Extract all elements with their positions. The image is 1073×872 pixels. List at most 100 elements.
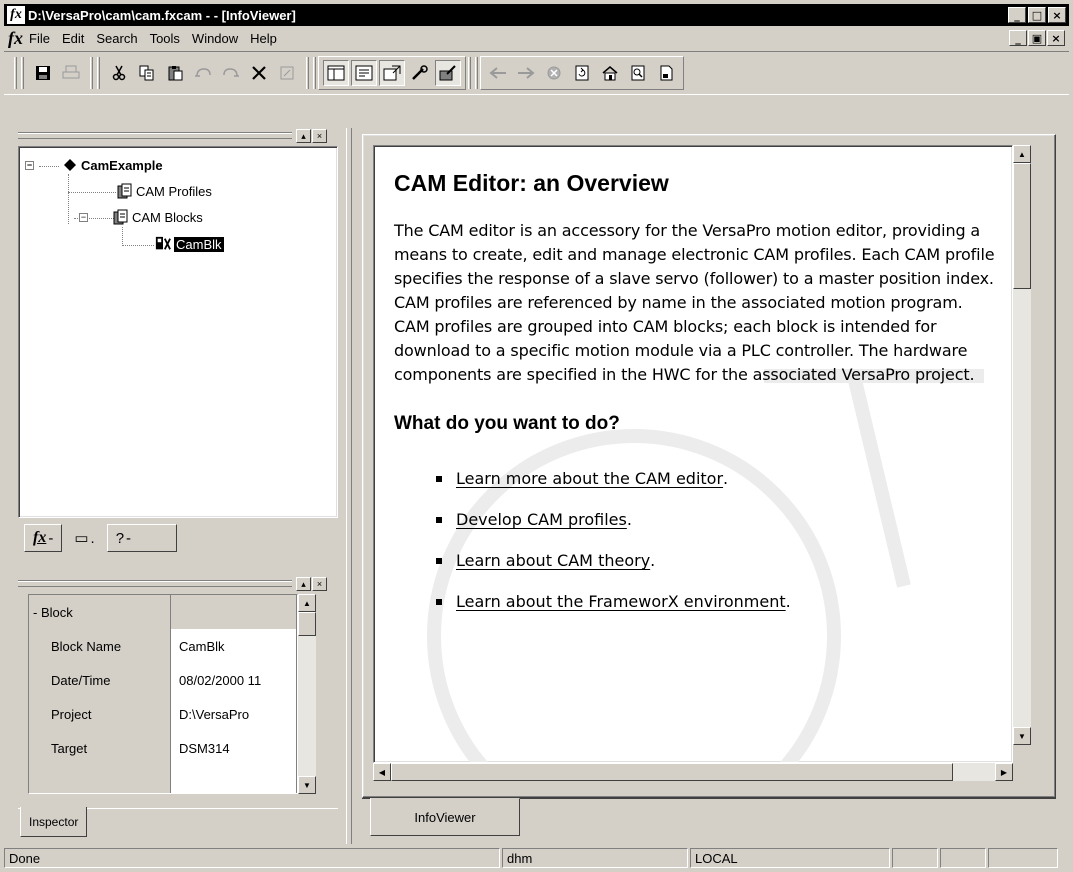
minimize-button[interactable]: _ (1008, 7, 1026, 23)
property-value[interactable]: 08/02/2000 11 (171, 663, 297, 697)
forward-arrow-icon[interactable] (513, 60, 539, 86)
scrollbar-thumb[interactable] (298, 612, 316, 636)
scroll-down-arrow-icon[interactable]: ▼ (1013, 727, 1031, 745)
pane-splitter[interactable] (346, 128, 352, 844)
size-grip-icon[interactable] (988, 848, 1058, 868)
paste-icon[interactable] (162, 60, 188, 86)
tab-document-list[interactable]: ▭ . (66, 524, 102, 552)
property-row[interactable] (29, 765, 297, 793)
link-learn-cam-editor[interactable]: Learn more about the CAM editor (456, 469, 723, 488)
scrollbar-thumb[interactable] (1013, 163, 1031, 289)
scrollbar-thumb[interactable] (391, 763, 953, 781)
tab-project-tree[interactable]: fx - (24, 524, 63, 552)
fx-document-icon[interactable]: fx (8, 28, 23, 49)
tree-view-icon[interactable] (323, 60, 349, 86)
toolbar-grip[interactable] (475, 57, 478, 89)
tree-pane-restore-button[interactable]: ▴ (296, 129, 311, 143)
toolbar-grip[interactable] (14, 57, 17, 89)
inspector-restore-button[interactable]: ▴ (296, 577, 311, 591)
tree-node-cam-blocks[interactable]: − CAM Blocks (79, 209, 203, 225)
print-icon[interactable] (58, 60, 84, 86)
menu-tools[interactable]: Tools (150, 31, 180, 46)
menu-help[interactable]: Help (250, 31, 277, 46)
properties-icon[interactable] (274, 60, 300, 86)
maximize-button[interactable]: □ (1028, 7, 1046, 23)
property-value[interactable]: CamBlk (171, 629, 297, 663)
infoviewer-icon[interactable] (351, 60, 377, 86)
property-name: Date/Time (29, 663, 171, 697)
editor-icon[interactable] (435, 60, 461, 86)
scroll-right-arrow-icon[interactable]: ▶ (995, 763, 1013, 781)
mdi-minimize-button[interactable]: _ (1009, 30, 1027, 46)
toolbar-grip[interactable] (97, 57, 100, 89)
content-horizontal-scrollbar[interactable]: ◀ ▶ (373, 763, 1013, 781)
tab-inspector[interactable]: Inspector (20, 807, 88, 837)
folder-document-icon (113, 209, 129, 225)
toolbar-grip[interactable] (313, 57, 316, 89)
menu-file[interactable]: File (29, 31, 50, 46)
toolbar-grip[interactable] (306, 57, 309, 89)
undo-icon[interactable] (190, 60, 216, 86)
property-name: Block Name (29, 629, 171, 663)
window-tab-icon: ▭ (74, 530, 89, 547)
home-icon[interactable] (597, 60, 623, 86)
inspector-pane-titlebar[interactable]: ▴ × (14, 576, 340, 592)
tree-node-cam-profiles[interactable]: CAM Profiles (117, 183, 212, 199)
inspector-scrollbar[interactable]: ▲ ▼ (298, 594, 316, 794)
property-row[interactable]: Block Name CamBlk (29, 629, 297, 663)
toolbar-grip[interactable] (468, 57, 471, 89)
tree-pane-close-button[interactable]: × (312, 129, 327, 143)
copy-icon[interactable] (134, 60, 160, 86)
tab-infoviewer[interactable]: InfoViewer (370, 798, 520, 836)
delete-icon[interactable] (246, 60, 272, 86)
status-bar: Done dhm LOCAL (4, 846, 1069, 870)
property-row[interactable]: Target DSM314 (29, 731, 297, 765)
tree-node-camexample[interactable]: − CamExample (25, 157, 163, 173)
inspector-pane: ▴ × - Block Block Name CamBlk Date/Time … (14, 576, 340, 842)
tab-help[interactable]: ? - (106, 524, 177, 552)
property-value[interactable]: DSM314 (171, 731, 297, 765)
cut-icon[interactable] (106, 60, 132, 86)
scroll-down-arrow-icon[interactable]: ▼ (298, 776, 316, 794)
redo-icon[interactable] (218, 60, 244, 86)
inspector-close-button[interactable]: × (312, 577, 327, 591)
mdi-restore-button[interactable]: ▣ (1028, 30, 1046, 46)
scroll-up-arrow-icon[interactable]: ▲ (1013, 145, 1031, 163)
list-item: Learn about the FrameworX environment. (436, 592, 1012, 611)
tool-icon[interactable] (407, 60, 433, 86)
toolbar-grip[interactable] (90, 57, 93, 89)
tree-pane-titlebar[interactable]: ▴ × (14, 128, 340, 144)
task-link-list: Learn more about the CAM editor. Develop… (436, 469, 1012, 611)
property-row[interactable]: Project D:\VersaPro (29, 697, 297, 731)
bookmark-icon[interactable] (653, 60, 679, 86)
tree-node-camblk[interactable]: CamBlk (155, 236, 224, 252)
property-row[interactable]: Date/Time 08/02/2000 11 (29, 663, 297, 697)
folder-document-icon (117, 183, 133, 199)
link-learn-cam-theory[interactable]: Learn about CAM theory (456, 551, 650, 570)
inspector-icon[interactable] (379, 60, 405, 86)
scroll-up-arrow-icon[interactable]: ▲ (298, 594, 316, 612)
fx-app-icon[interactable]: fx (7, 6, 25, 24)
tree-node-label: CAM Blocks (132, 209, 203, 225)
stop-icon[interactable] (541, 60, 567, 86)
project-tree[interactable]: − CamExample CAM Profiles − CAM Blocks C… (18, 146, 338, 518)
menu-search[interactable]: Search (96, 31, 137, 46)
link-develop-cam-profiles[interactable]: Develop CAM profiles (456, 510, 627, 529)
mdi-close-button[interactable]: × (1047, 30, 1065, 46)
property-category-row[interactable]: - Block (29, 595, 297, 629)
save-icon[interactable] (30, 60, 56, 86)
scroll-left-arrow-icon[interactable]: ◀ (373, 763, 391, 781)
search-page-icon[interactable] (625, 60, 651, 86)
toolbar-grip[interactable] (21, 57, 24, 89)
collapse-icon[interactable]: − (25, 160, 34, 170)
property-value[interactable]: D:\VersaPro (171, 697, 297, 731)
content-vertical-scrollbar[interactable]: ▲ ▼ (1013, 145, 1031, 745)
link-learn-frameworx[interactable]: Learn about the FrameworX environment (456, 592, 786, 611)
back-arrow-icon[interactable] (485, 60, 511, 86)
property-grid[interactable]: - Block Block Name CamBlk Date/Time 08/0… (28, 594, 298, 794)
close-button[interactable]: × (1048, 7, 1066, 23)
refresh-icon[interactable] (569, 60, 595, 86)
menu-edit[interactable]: Edit (62, 31, 84, 46)
menu-window[interactable]: Window (192, 31, 238, 46)
collapse-icon[interactable]: − (79, 212, 88, 222)
